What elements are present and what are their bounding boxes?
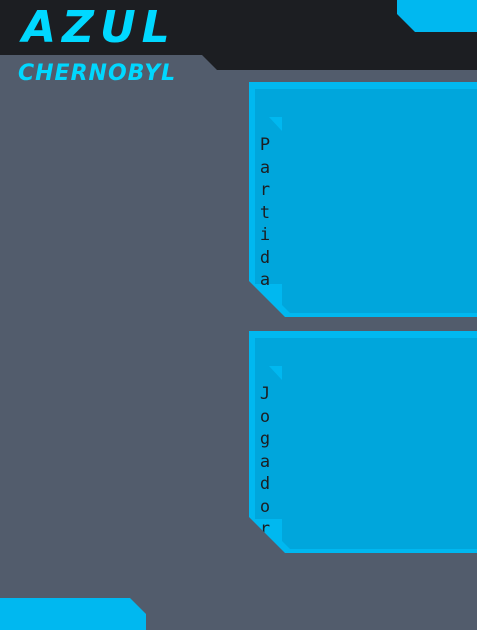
label-letter: r <box>259 180 271 200</box>
logo-subtitle: CHERNOBYL <box>18 61 177 86</box>
footer-tab <box>0 598 146 630</box>
jogador-panel: Jogador <box>249 331 477 553</box>
label-letter: o <box>259 406 271 427</box>
label-letter: J <box>259 384 271 404</box>
jogador-label: Jogador <box>257 383 273 541</box>
label-letter: r <box>259 519 271 539</box>
logo-title: AZUL <box>22 2 176 53</box>
label-letter: P <box>259 135 271 155</box>
label-letter: a <box>259 270 271 290</box>
partida-label: Partida <box>257 134 273 292</box>
partida-panel: Partida <box>249 82 477 317</box>
label-letter: g <box>259 429 271 449</box>
label-letter: d <box>259 247 271 268</box>
label-letter: d <box>259 474 271 494</box>
label-letter: i <box>259 225 271 245</box>
label-letter: t <box>259 202 271 223</box>
jogador-content-area <box>282 338 477 549</box>
label-letter: a <box>259 157 271 178</box>
partida-content-area <box>282 89 477 313</box>
label-letter: o <box>259 496 271 517</box>
label-letter: a <box>259 451 271 472</box>
